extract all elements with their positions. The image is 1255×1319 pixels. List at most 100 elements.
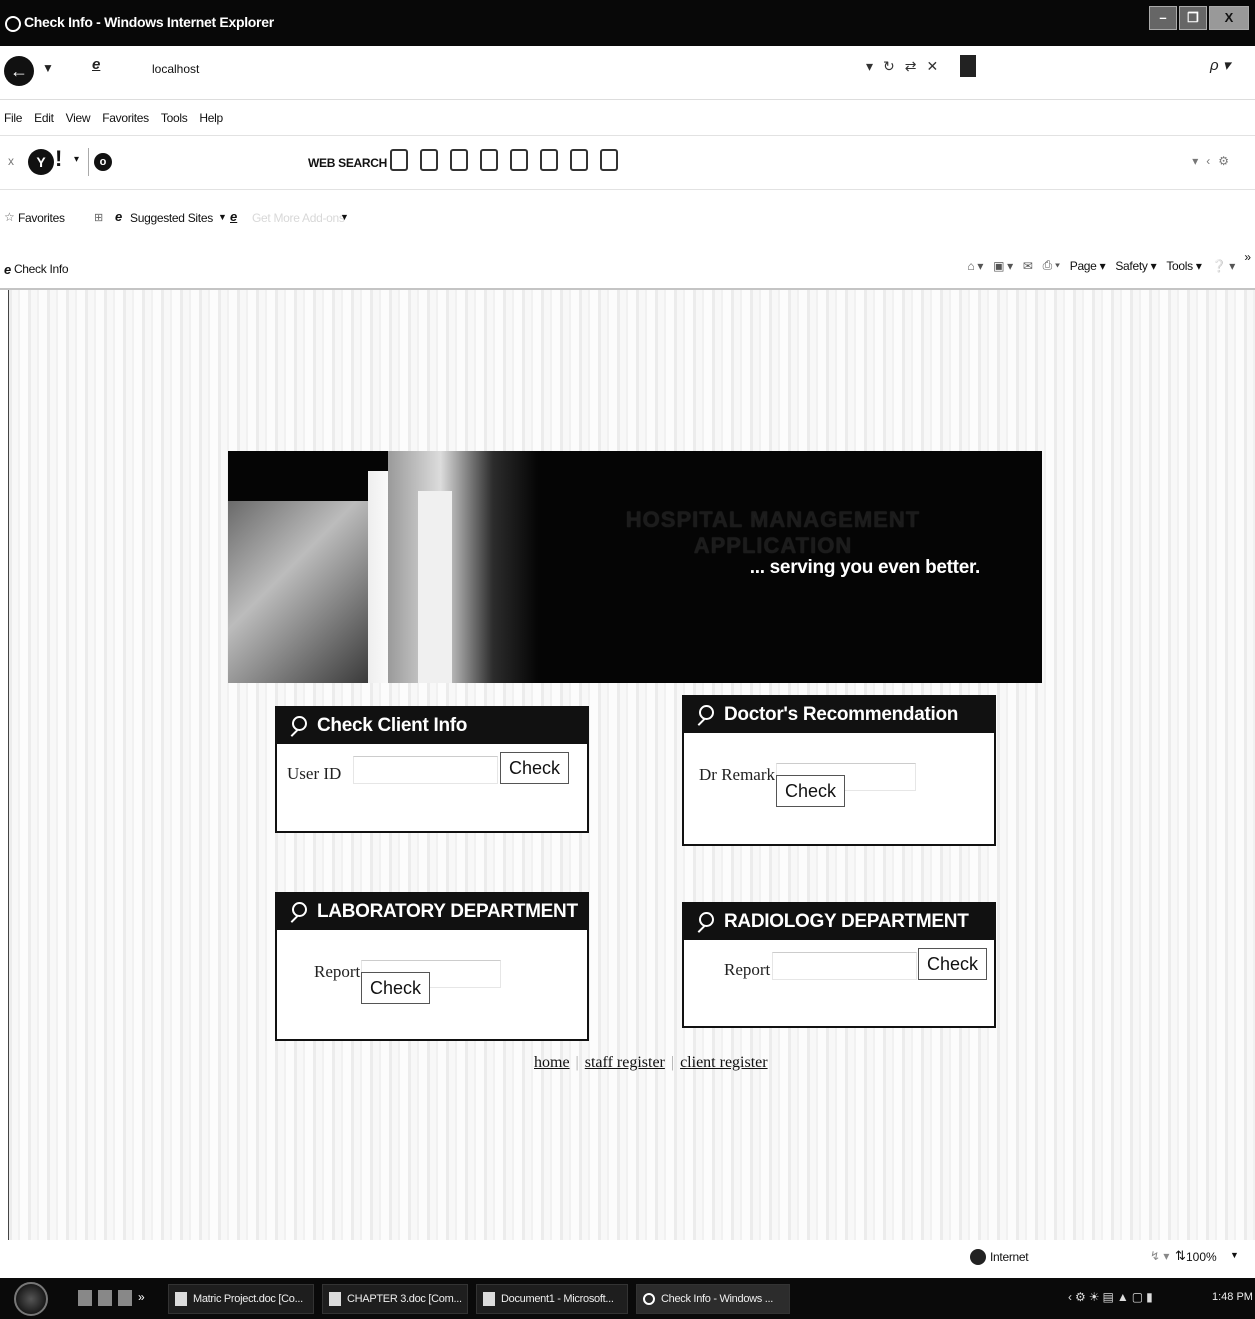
yahoo-tool-buttons <box>390 149 618 171</box>
webslice-icon: e <box>230 209 238 224</box>
tab-check-info[interactable]: e Check Info <box>4 258 69 280</box>
panel-title: Doctor's Recommendation <box>724 704 959 725</box>
ie-logo-icon <box>5 16 21 32</box>
zoom-caret-icon[interactable]: ▼ <box>1230 1250 1239 1260</box>
favorites-button[interactable]: Favorites <box>18 211 65 225</box>
check-client-button[interactable]: Check <box>500 752 570 784</box>
webslice-link[interactable]: Get More Add-ons <box>252 211 345 225</box>
home-icon[interactable]: ⌂ ▾ <box>967 259 983 273</box>
yahoo-search-field: o <box>88 148 288 176</box>
tools-menu[interactable]: Tools ▾ <box>1166 259 1202 273</box>
feeds-icon[interactable]: ▣ ▾ <box>993 259 1013 273</box>
zoom-icon[interactable]: ⇅ <box>1175 1248 1186 1264</box>
toolbar-close-icon[interactable]: x <box>8 154 14 168</box>
task-check-info[interactable]: Check Info - Windows ... <box>636 1284 790 1314</box>
mail-icon[interactable] <box>420 149 438 171</box>
banner-tagline: ... serving you even better. <box>749 557 981 578</box>
command-bar: ⌂ ▾ ▣ ▾ ✉ ⎙ ▾ Page ▾ Safety ▾ Tools ▾ ❔ … <box>967 258 1235 273</box>
address-toolbar: ← ▼ e ▾↻⇄✕ ρ ▾ <box>0 46 1255 100</box>
address-tools[interactable]: ▾↻⇄✕ <box>866 58 948 75</box>
yahoo-search-input[interactable] <box>117 152 282 172</box>
search-provider-icon[interactable] <box>960 55 976 77</box>
status-bar: Internet ↯ ▾ ⇅ 100% ▼ <box>0 1240 1255 1278</box>
yahoo-logo-icon[interactable]: Y <box>28 149 54 175</box>
staff-register-link[interactable]: staff register <box>585 1054 665 1072</box>
quicklaunch-more-icon[interactable]: » <box>138 1290 145 1304</box>
back-arrow-icon[interactable]: ← <box>4 56 34 86</box>
favorites-bar: ☆ Favorites ⊞ e Suggested Sites ▼ e Get … <box>0 190 1255 246</box>
panel-title: Check Client Info <box>317 715 468 736</box>
minimize-button[interactable]: – <box>1149 6 1177 30</box>
menu-edit[interactable]: Edit <box>34 111 54 125</box>
menu-bar: File Edit View Favorites Tools Help <box>0 100 1255 136</box>
suggested-sites-link[interactable]: Suggested Sites <box>130 211 213 225</box>
safety-menu[interactable]: Safety ▾ <box>1115 259 1156 273</box>
panel-header: Check Client Info <box>277 708 587 744</box>
messenger-icon[interactable] <box>450 149 468 171</box>
system-tray-icons[interactable]: ‹⚙☀▤▲▢▮ <box>1068 1290 1156 1304</box>
search-input[interactable] <box>982 58 1192 78</box>
yahoo-bang-icon: ! <box>55 146 63 171</box>
web-search-button[interactable]: WEB SEARCH <box>308 156 387 170</box>
check-doctor-button[interactable]: Check <box>776 775 846 807</box>
doctor-recommendation-panel: Doctor's Recommendation Dr Remark Check <box>682 695 996 846</box>
magnifier-icon <box>289 902 307 922</box>
protected-mode-icon[interactable]: ↯ ▾ <box>1150 1249 1169 1263</box>
help-icon[interactable]: ❔ ▾ <box>1212 259 1236 273</box>
print-icon[interactable]: ⎙ ▾ <box>1043 258 1060 273</box>
profile-icon[interactable] <box>540 149 558 171</box>
pencil-icon[interactable] <box>390 149 408 171</box>
yahoo-menu-caret-icon[interactable]: ▾ <box>74 154 79 165</box>
restore-button[interactable]: ❐ <box>1179 6 1207 30</box>
suggested-sites-icon: e <box>115 209 123 224</box>
link-separator: | <box>575 1054 579 1071</box>
news-icon[interactable] <box>480 149 498 171</box>
zoom-level[interactable]: 100% <box>1186 1250 1217 1264</box>
music-icon[interactable] <box>570 149 588 171</box>
favorites-star-icon[interactable]: ☆ <box>4 210 15 224</box>
window-controls: – ❐ X <box>1149 6 1249 30</box>
lab-report-label: Report <box>314 962 361 981</box>
menu-help[interactable]: Help <box>199 111 223 125</box>
suggested-sites-caret-icon[interactable]: ▼ <box>218 212 227 222</box>
task-matric-project[interactable]: Matric Project.doc [Co... <box>168 1284 314 1314</box>
laboratory-panel: LABORATORY DEPARTMENT Report Check <box>275 892 589 1041</box>
radiology-report-label: Report <box>724 960 771 979</box>
close-button[interactable]: X <box>1209 6 1249 30</box>
menu-tools[interactable]: Tools <box>161 111 188 125</box>
start-button[interactable] <box>14 1282 48 1316</box>
internet-zone-icon <box>970 1249 986 1265</box>
add-favorite-icon[interactable]: ⊞ <box>94 211 103 224</box>
taskbar: » Matric Project.doc [Co... CHAPTER 3.do… <box>0 1278 1255 1319</box>
task-document1[interactable]: Document1 - Microsoft... <box>476 1284 628 1314</box>
menu-favorites[interactable]: Favorites <box>102 111 149 125</box>
quicklaunch-ie-icon[interactable] <box>98 1290 112 1306</box>
menu-file[interactable]: File <box>4 111 22 125</box>
webslice-caret-icon[interactable]: ▼ <box>340 212 349 222</box>
tab-page-icon: e <box>4 261 11 277</box>
home-link[interactable]: home <box>534 1054 570 1072</box>
radiology-report-input[interactable] <box>772 952 917 980</box>
quicklaunch-media-icon[interactable] <box>118 1290 132 1306</box>
address-input[interactable] <box>152 59 852 79</box>
check-radiology-button[interactable]: Check <box>918 948 988 980</box>
client-register-link[interactable]: client register <box>680 1054 768 1072</box>
search-icon[interactable]: ρ ▾ <box>1210 56 1230 74</box>
task-chapter-3[interactable]: CHAPTER 3.doc [Com... <box>322 1284 468 1314</box>
check-lab-button[interactable]: Check <box>361 972 431 1004</box>
page-menu[interactable]: Page ▾ <box>1070 259 1106 273</box>
toolbar-settings-icon[interactable]: ▾‹⚙ <box>1192 154 1237 168</box>
user-id-input[interactable] <box>353 756 498 784</box>
menu-view[interactable]: View <box>66 111 91 125</box>
mail-icon[interactable]: ✉ <box>1023 259 1033 273</box>
flickr-icon[interactable] <box>510 149 528 171</box>
magnifier-icon <box>289 716 307 736</box>
command-overflow-icon[interactable]: » <box>1244 250 1251 264</box>
window-titlebar: Check Info - Windows Internet Explorer –… <box>0 0 1255 46</box>
clock[interactable]: 1:48 PM <box>1212 1291 1253 1303</box>
games-icon[interactable] <box>600 149 618 171</box>
show-desktop-icon[interactable] <box>78 1290 92 1306</box>
check-client-panel: Check Client Info User ID Check <box>275 706 589 833</box>
tab-bar: e Check Info ⌂ ▾ ▣ ▾ ✉ ⎙ ▾ Page ▾ Safety… <box>0 246 1255 290</box>
recent-pages-caret-icon[interactable]: ▼ <box>42 61 54 75</box>
